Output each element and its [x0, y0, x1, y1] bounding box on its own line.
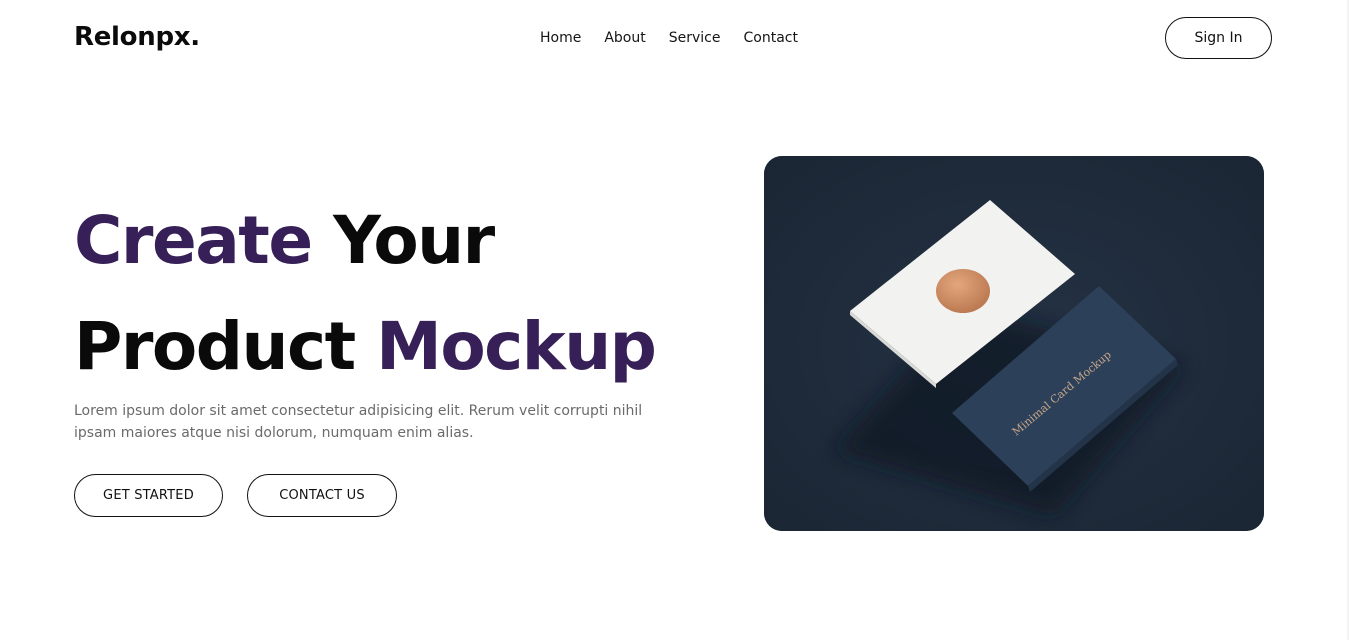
card-mockup-illustration: Minimal Card Mockup	[764, 156, 1264, 531]
headline-product: Product	[74, 308, 356, 385]
nav-service[interactable]: Service	[669, 30, 721, 46]
headline-mockup: Mockup	[376, 308, 657, 385]
nav-about[interactable]: About	[604, 30, 645, 46]
logo[interactable]: Relonpx.	[74, 22, 200, 52]
hero-headline: Create Your Product Mockup	[74, 188, 657, 400]
hero-description: Lorem ipsum dolor sit amet consectetur a…	[74, 403, 643, 441]
nav-home[interactable]: Home	[540, 30, 581, 46]
headline-your: Your	[333, 202, 495, 279]
main-nav: Home About Service Contact	[540, 30, 821, 46]
page: Relonpx. Home About Service Contact Sign…	[0, 0, 1349, 640]
headline-create: Create	[74, 202, 313, 279]
hero-image: Minimal Card Mockup	[764, 156, 1264, 531]
contact-us-button[interactable]: CONTACT US	[247, 474, 397, 517]
copper-seal-icon	[936, 269, 990, 313]
sign-in-button[interactable]: Sign In	[1165, 17, 1272, 59]
nav-contact[interactable]: Contact	[744, 30, 798, 46]
get-started-button[interactable]: GET STARTED	[74, 474, 223, 517]
